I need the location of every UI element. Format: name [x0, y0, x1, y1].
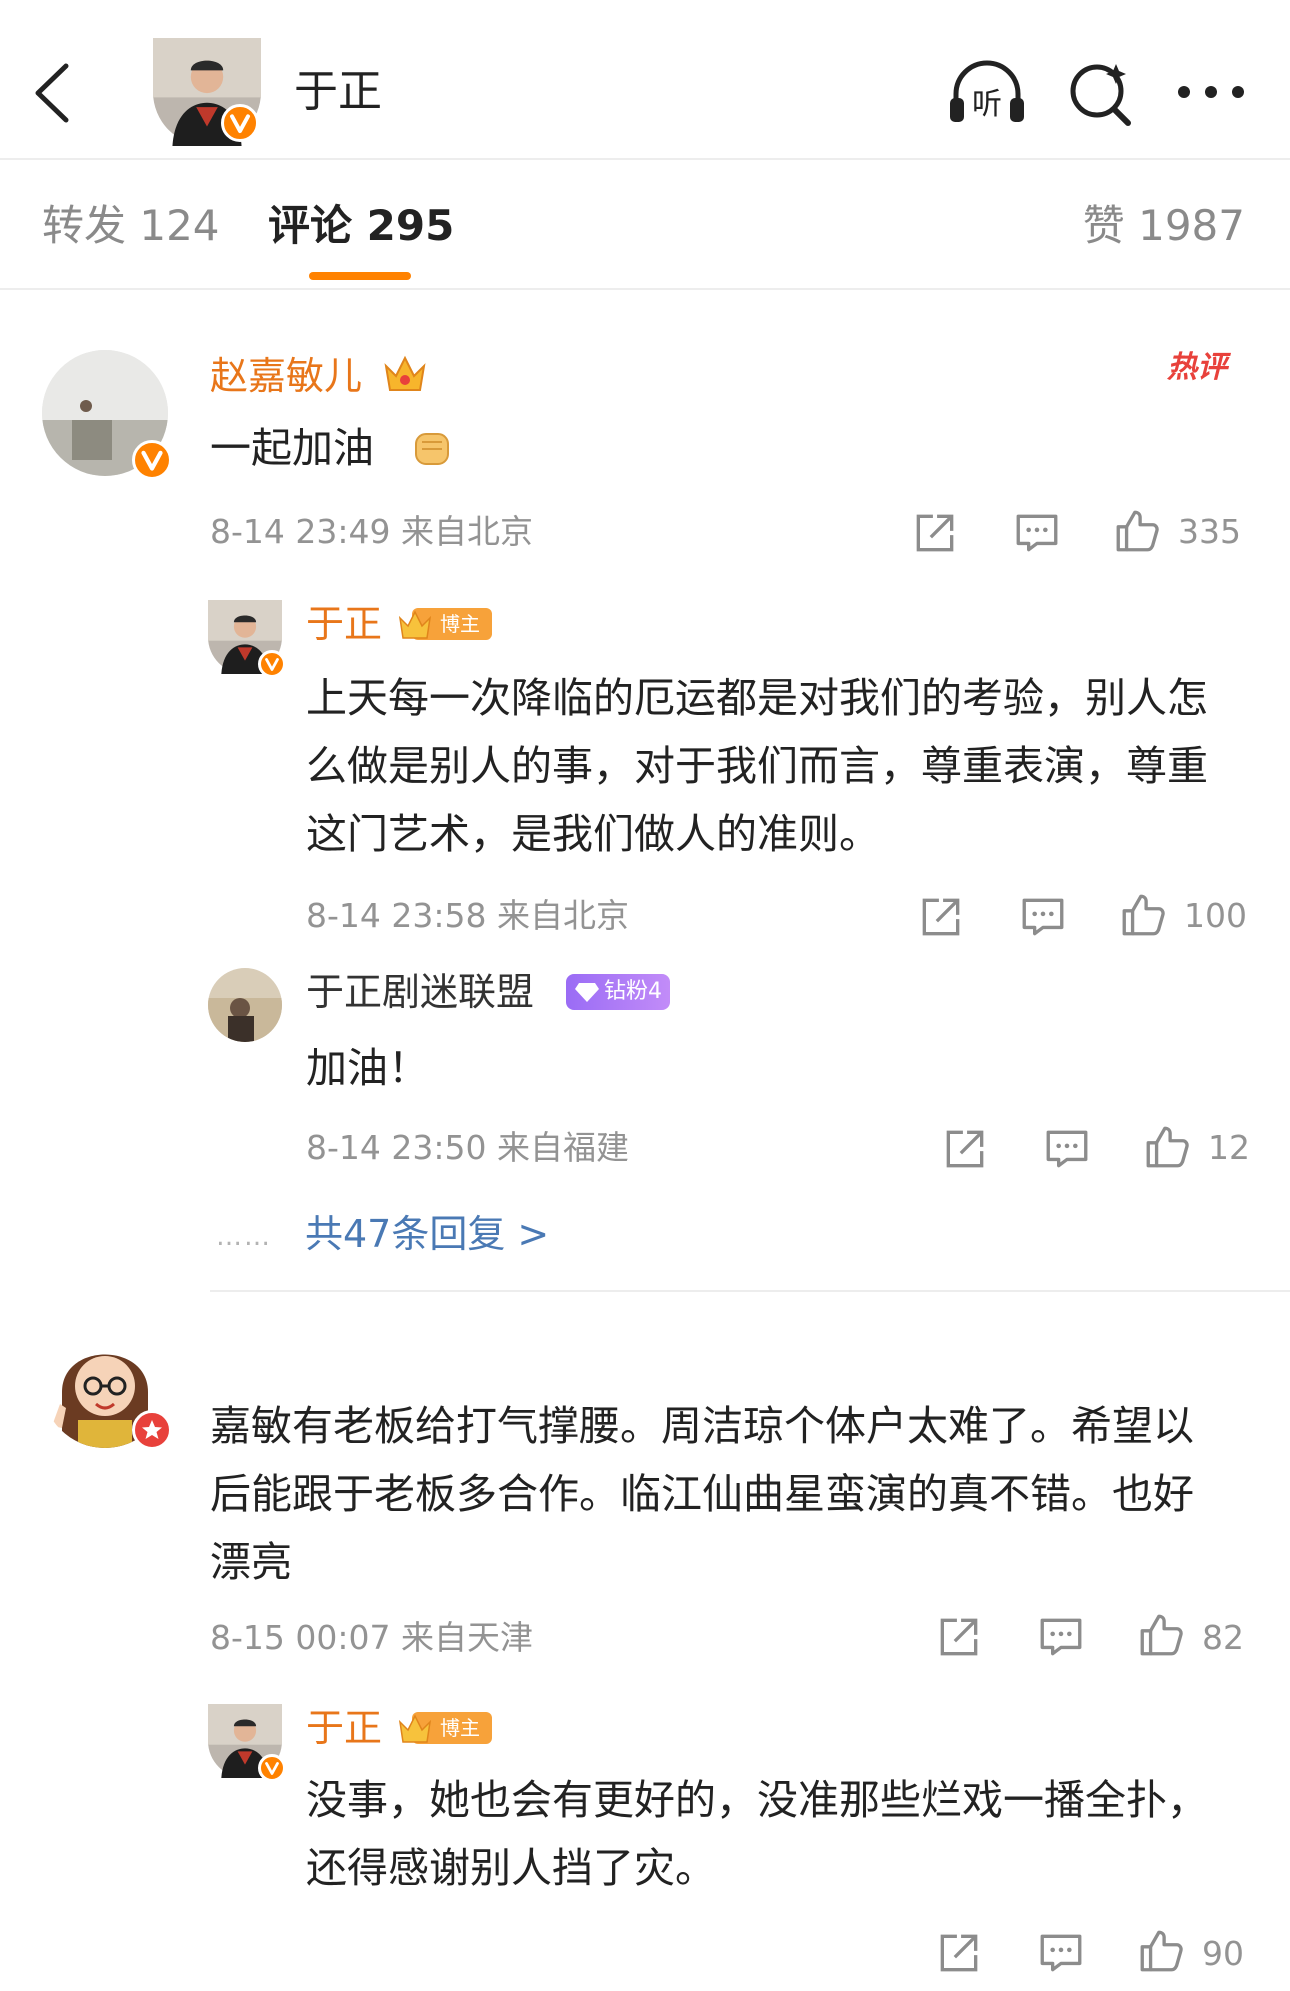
reply-comment-icon[interactable]: [1012, 508, 1062, 558]
reply-avatar[interactable]: [208, 1704, 286, 1782]
commenter-name[interactable]: 赵嘉敏儿: [210, 352, 362, 400]
commenter-name-obscured: [224, 1340, 374, 1362]
host-badge: 博主: [398, 1710, 492, 1746]
verified-badge-icon: [258, 650, 286, 678]
like-icon[interactable]: [1136, 1610, 1186, 1660]
host-badge-label: 博主: [440, 612, 480, 636]
like-count: 82: [1202, 1618, 1244, 1657]
like-icon[interactable]: [1136, 1926, 1186, 1976]
tab-bar: 转发 124 评论 295 赞 1987: [0, 160, 1290, 290]
more-options-icon[interactable]: [1176, 70, 1246, 114]
like-icon[interactable]: [1112, 506, 1162, 556]
host-badge-label: 博主: [440, 1716, 480, 1740]
share-icon[interactable]: [916, 892, 966, 942]
comment-meta: 8-15 00:07 来自天津: [210, 1618, 533, 1657]
diamond-fan-badge: 钻粉4: [566, 974, 670, 1010]
crown-badge-icon: [382, 352, 428, 396]
like-icon[interactable]: [1118, 890, 1168, 940]
share-icon[interactable]: [910, 508, 960, 558]
verified-badge-icon: [132, 440, 172, 480]
search-icon[interactable]: [1064, 58, 1138, 128]
hot-comment-tag: 热评: [1167, 350, 1227, 385]
reply-text: 上天每一次降临的厄运都是对我们的考验，别人怎么做是别人的事，对于我们而言，尊重表…: [306, 674, 1208, 858]
reply-text: 没事，她也会有更好的，没准那些烂戏一播全扑，还得感谢别人挡了灾。: [306, 1776, 1208, 1892]
comment-text: 一起加油: [210, 424, 374, 472]
verified-badge-icon: [258, 1754, 286, 1782]
comment-divider: [210, 1290, 1290, 1292]
reply-avatar[interactable]: [208, 600, 286, 678]
back-arrow-icon[interactable]: [30, 58, 80, 128]
ellipsis-dots: ……: [216, 1222, 272, 1252]
reply-comment-icon[interactable]: [1018, 892, 1068, 942]
verified-badge-icon: [221, 104, 259, 142]
share-icon[interactable]: [934, 1928, 984, 1978]
listen-label: 听: [972, 87, 1002, 122]
like-count: 335: [1178, 512, 1241, 551]
reply-name[interactable]: 于正: [306, 1704, 382, 1752]
active-tab-indicator: [309, 272, 411, 280]
member-badge-icon: [132, 1410, 172, 1450]
reply-name[interactable]: 于正: [306, 600, 382, 648]
listen-headphones-icon[interactable]: 听: [946, 58, 1028, 128]
reply-avatar[interactable]: [208, 968, 282, 1042]
comment-meta: 8-14 23:49 来自北京: [210, 512, 533, 551]
reply-meta: 8-14 23:50 来自福建: [306, 1128, 629, 1167]
share-icon[interactable]: [934, 1612, 984, 1662]
view-all-replies-link[interactable]: 共47条回复 >: [305, 1210, 549, 1258]
author-avatar[interactable]: [153, 38, 261, 146]
commenter-avatar[interactable]: [42, 350, 172, 480]
tab-like[interactable]: 赞 1987: [1083, 198, 1245, 254]
host-badge: 博主: [398, 606, 492, 642]
reply-name[interactable]: 于正剧迷联盟: [306, 968, 534, 1016]
fist-emoji-icon: [408, 424, 456, 472]
like-count: 12: [1208, 1128, 1250, 1167]
reply-text: 加油！: [306, 1044, 429, 1092]
commenter-avatar[interactable]: [42, 1322, 172, 1450]
diamond-badge-label: 钻粉4: [604, 979, 662, 1004]
like-count: 100: [1184, 896, 1247, 935]
like-icon[interactable]: [1142, 1122, 1192, 1172]
reply-comment-icon[interactable]: [1036, 1612, 1086, 1662]
page-title: 于正: [294, 66, 382, 117]
reply-comment-icon[interactable]: [1036, 1928, 1086, 1978]
like-count: 90: [1202, 1934, 1244, 1973]
diamond-icon: [575, 983, 599, 1002]
tab-repost[interactable]: 转发 124: [42, 198, 220, 254]
reply-comment-icon[interactable]: [1042, 1124, 1092, 1174]
comment-text: 嘉敏有老板给打气撑腰。周洁琼个体户太难了。希望以后能跟于老板多合作。临江仙曲星蛮…: [210, 1402, 1194, 1586]
top-bar: 于正 听: [0, 0, 1290, 160]
share-icon[interactable]: [940, 1124, 990, 1174]
tab-comment[interactable]: 评论 295: [268, 198, 454, 254]
reply-meta: 8-14 23:58 来自北京: [306, 896, 629, 935]
